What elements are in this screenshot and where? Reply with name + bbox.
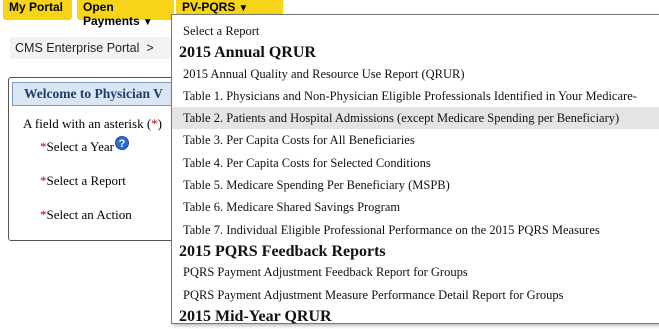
dropdown-option[interactable]: Table 4. Per Capita Costs for Selected C… [172, 152, 659, 174]
note-text: A field with an asterisk ( [23, 116, 152, 131]
dropdown-option-placeholder[interactable]: Select a Report [172, 20, 659, 42]
select-action-label: *Select an Action [40, 207, 132, 223]
dropdown-group-label: 2015 Annual QRUR [179, 44, 316, 61]
nav-tab-my-portal[interactable]: My Portal [3, 0, 72, 20]
field-label: Select a Report [46, 173, 126, 188]
dropdown-option[interactable]: Table 1. Physicians and Non-Physician El… [172, 85, 659, 107]
note-text-end: ) [157, 116, 163, 131]
breadcrumb-link-portal[interactable]: CMS Enterprise Portal [15, 41, 139, 55]
dropdown-option[interactable]: Table 3. Per Capita Costs for All Benefi… [172, 129, 659, 151]
dropdown-option[interactable]: Table 6. Medicare Shared Savings Program [172, 196, 659, 218]
chevron-down-icon: ▼ [238, 3, 249, 14]
dropdown-option[interactable]: PQRS Payment Adjustment Feedback Report … [172, 261, 659, 283]
report-dropdown-list[interactable]: Select a Report 2015 Annual QRUR 2015 An… [171, 14, 659, 325]
nav-tab-label: My Portal [9, 0, 64, 14]
dropdown-option-highlighted[interactable]: Table 2. Patients and Hospital Admission… [172, 107, 659, 129]
field-label: Select a Year [46, 139, 115, 154]
dropdown-group-label: 2015 Mid-Year QRUR [179, 308, 332, 325]
breadcrumb: CMS Enterprise Portal > [10, 37, 180, 59]
nav-tab-open-payments[interactable]: Open Payments ▼ [77, 0, 174, 28]
select-report-label: *Select a Report [40, 173, 126, 189]
select-year-label: *Select a Year? [40, 136, 130, 155]
chevron-down-icon: ▼ [142, 17, 153, 28]
nav-tab-label: PV-PQRS [182, 0, 236, 14]
breadcrumb-separator: > [146, 41, 154, 55]
dropdown-option[interactable]: Table 7. Individual Eligible Professiona… [172, 219, 659, 241]
required-field-note: A field with an asterisk (*) [23, 116, 162, 132]
field-label: Select an Action [46, 207, 132, 222]
dropdown-option[interactable]: Table 5. Medicare Spending Per Beneficia… [172, 174, 659, 196]
help-icon[interactable]: ? [115, 136, 130, 150]
dropdown-option[interactable]: PQRS Payment Adjustment Measure Performa… [172, 284, 659, 306]
dropdown-option[interactable]: 2015 Annual Quality and Resource Use Rep… [172, 63, 659, 85]
nav-tab-label: Open Payments [83, 0, 140, 28]
